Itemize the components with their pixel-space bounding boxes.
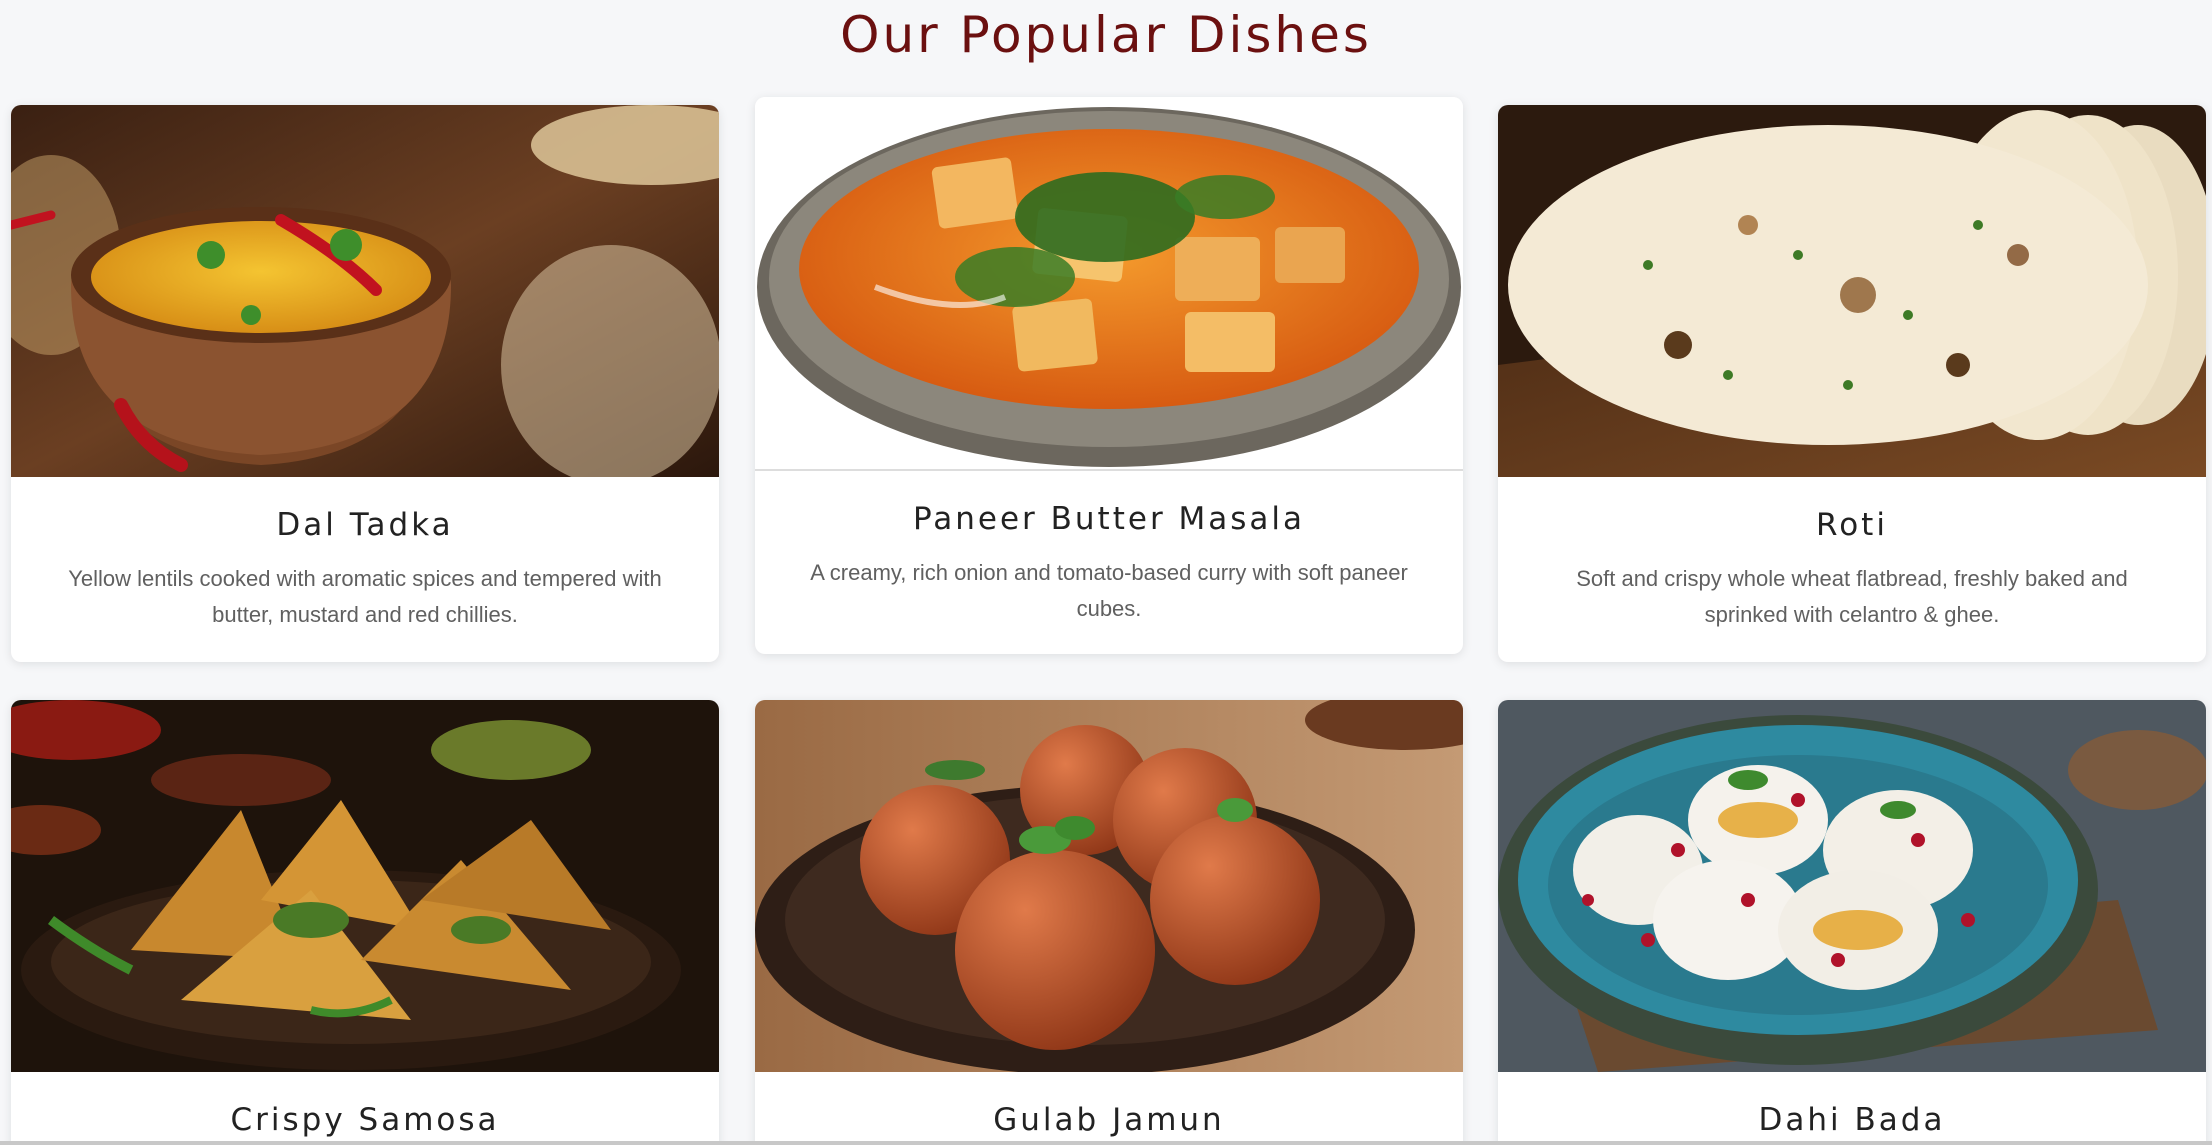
dish-card-crispy-samosa[interactable]: Crispy Samosa xyxy=(11,700,719,1145)
dahi-bada-image xyxy=(1498,700,2206,1072)
paneer-butter-masala-image xyxy=(755,97,1463,471)
dish-name: Crispy Samosa xyxy=(230,1102,500,1138)
dish-description: Yellow lentils cooked with aromatic spic… xyxy=(68,566,662,627)
paneer-butter-masala-photo-icon xyxy=(755,97,1463,469)
dish-description: Soft and crispy whole wheat flatbread, f… xyxy=(1576,566,2128,627)
samosa-photo-icon xyxy=(11,700,719,1072)
dish-card-gulab-jamun[interactable]: Gulab Jamun xyxy=(755,700,1463,1145)
samosa-image xyxy=(11,700,719,1072)
dish-card-roti[interactable]: Roti Soft and crispy whole wheat flatbre… xyxy=(1498,105,2206,662)
dish-name: Dahi Bada xyxy=(1758,1102,1946,1138)
dal-tadka-image xyxy=(11,105,719,477)
dish-name: Paneer Butter Masala xyxy=(912,501,1306,537)
roti-image xyxy=(1498,105,2206,477)
dish-card-paneer-butter-masala[interactable]: Paneer Butter Masala A creamy, rich onio… xyxy=(755,97,1463,654)
popular-dishes-page: Our Popular Dishes Dal Tadka Yellow lent… xyxy=(0,0,2212,1145)
dish-description: A creamy, rich onion and tomato-based cu… xyxy=(810,560,1408,621)
dahi-bada-photo-icon xyxy=(1498,700,2206,1072)
gulab-jamun-photo-icon xyxy=(755,700,1463,1072)
dal-tadka-photo-icon xyxy=(11,105,719,477)
roti-photo-icon xyxy=(1498,105,2206,477)
dish-card-dahi-bada[interactable]: Dahi Bada xyxy=(1498,700,2206,1145)
gulab-jamun-image xyxy=(755,700,1463,1072)
horizontal-scrollbar[interactable] xyxy=(0,1141,2212,1145)
dish-name: Gulab Jamun xyxy=(993,1102,1225,1138)
dish-card-dal-tadka[interactable]: Dal Tadka Yellow lentils cooked with aro… xyxy=(11,105,719,662)
section-title: Our Popular Dishes xyxy=(840,6,1372,64)
dish-name: Dal Tadka xyxy=(276,507,454,543)
dish-name: Roti xyxy=(1816,507,1888,543)
